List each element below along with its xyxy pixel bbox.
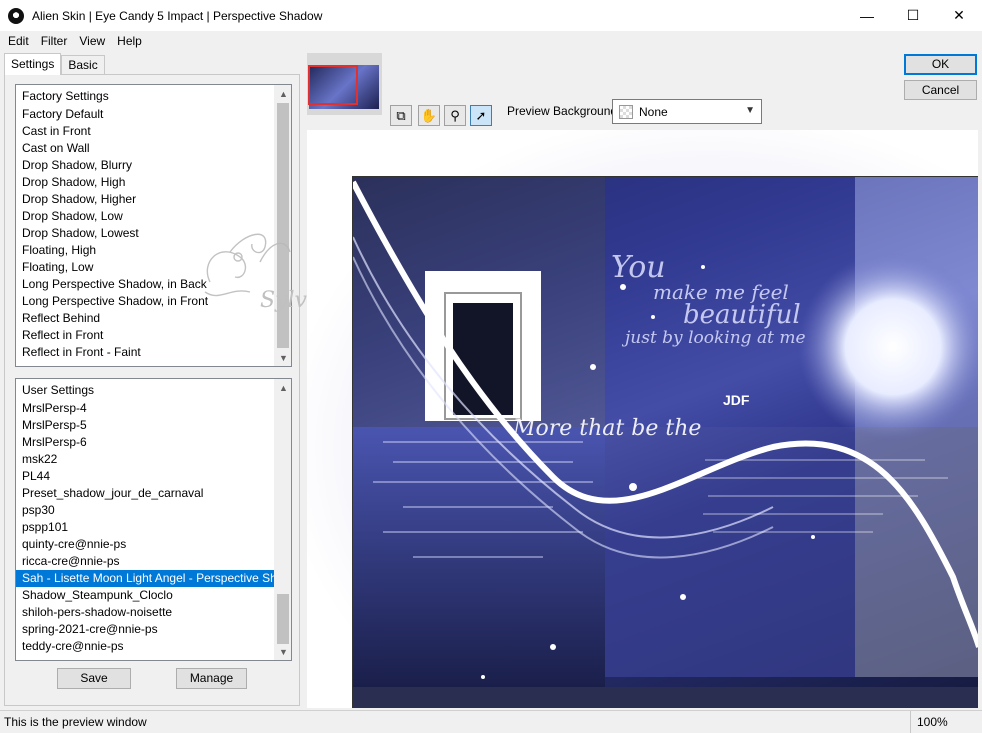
scroll-up-icon[interactable]: ▲ — [275, 379, 291, 396]
list-item[interactable]: pspp101 — [16, 519, 274, 536]
list-item[interactable]: Reflect in Front — [16, 327, 274, 344]
save-button[interactable]: Save — [57, 668, 131, 689]
preview-window[interactable]: You make me feel beautiful just by looki… — [307, 130, 978, 708]
art-text-beautiful: beautiful — [683, 300, 801, 330]
scrollbar-thumb[interactable] — [277, 594, 289, 644]
list-item[interactable]: MrslPersp-6 — [16, 434, 274, 451]
tab-settings[interactable]: Settings — [4, 53, 62, 75]
zoom-icon[interactable]: ⚲ — [444, 105, 466, 126]
list-item[interactable]: Sah - Lisette Moon Light Angel - Perspec… — [16, 570, 274, 587]
list-item[interactable]: Drop Shadow, Blurry — [16, 157, 274, 174]
list-item[interactable]: psp30 — [16, 502, 274, 519]
art-text-wave-script: More that be the — [512, 416, 701, 441]
window-controls: — ☐ ✕ — [844, 0, 982, 31]
close-button[interactable]: ✕ — [936, 0, 982, 31]
list-item[interactable]: shiloh-pers-shadow-noisette — [16, 604, 274, 621]
navigator-thumbnail[interactable] — [307, 53, 382, 115]
list-item[interactable]: Cast on Wall — [16, 140, 274, 157]
factory-settings-header: Factory Settings — [22, 89, 109, 103]
manage-button[interactable]: Manage — [176, 668, 247, 689]
transparent-swatch-icon — [619, 104, 633, 119]
preview-toggle-icon[interactable]: ⧉ — [390, 105, 412, 126]
list-item[interactable]: ricca-cre@nnie-ps — [16, 553, 274, 570]
list-item[interactable]: Drop Shadow, High — [16, 174, 274, 191]
status-text: This is the preview window — [4, 715, 147, 729]
artwork-canvas: You make me feel beautiful just by looki… — [353, 177, 978, 708]
menu-edit[interactable]: Edit — [2, 34, 35, 48]
art-text-just-by-looking: just by looking at me — [621, 328, 806, 348]
list-item[interactable]: Drop Shadow, Higher — [16, 191, 274, 208]
list-item[interactable]: teddy-cre@nnie-ps — [16, 638, 274, 655]
list-item[interactable]: msk22 — [16, 451, 274, 468]
list-item[interactable]: PL44 — [16, 468, 274, 485]
user-settings-header: User Settings — [22, 383, 95, 397]
factory-list-scrollbar[interactable]: ▲ ▼ — [274, 85, 291, 366]
list-item[interactable]: spring-2021-cre@nnie-ps — [16, 621, 274, 638]
list-item[interactable]: Drop Shadow, Lowest — [16, 225, 274, 242]
status-bar: This is the preview window 100% — [0, 710, 982, 733]
user-settings-list[interactable]: User Settings MrslPersp-4 MrslPersp-5 Mrsl… — [15, 378, 292, 661]
chevron-down-icon: ▼ — [745, 105, 755, 116]
menu-help[interactable]: Help — [111, 34, 148, 48]
list-item[interactable]: quinty-cre@nnie-ps — [16, 536, 274, 553]
preview-artwork[interactable]: You make me feel beautiful just by looki… — [352, 176, 978, 708]
cancel-button[interactable]: Cancel — [904, 80, 977, 100]
thumbnail-view-rect[interactable] — [308, 65, 358, 105]
preview-background-value: None — [639, 104, 668, 119]
list-item[interactable]: Cast in Front — [16, 123, 274, 140]
preview-background-select[interactable]: None ▼ — [612, 99, 762, 124]
list-item[interactable]: Reflect in Front - Faint — [16, 344, 274, 361]
list-item[interactable]: Floating, Low — [16, 259, 274, 276]
menu-view[interactable]: View — [73, 34, 111, 48]
hand-icon[interactable]: ✋ — [418, 105, 440, 126]
alien-skin-app-icon — [8, 7, 24, 24]
tab-basic[interactable]: Basic — [61, 55, 105, 75]
minimize-button[interactable]: — — [844, 0, 890, 31]
menu-filter[interactable]: Filter — [35, 34, 74, 48]
list-item[interactable]: MrslPersp-4 — [16, 400, 274, 417]
menu-bar: Edit Filter View Help — [0, 31, 982, 51]
zoom-level: 100% — [910, 711, 982, 733]
scrollbar-thumb[interactable] — [277, 103, 289, 348]
list-item[interactable]: Drop Shadow, Low — [16, 208, 274, 225]
settings-tabs: Settings Basic — [4, 53, 105, 75]
window-title: Alien Skin | Eye Candy 5 Impact | Perspe… — [32, 8, 323, 23]
list-item[interactable]: Preset_shadow_jour_de_carnaval — [16, 485, 274, 502]
preview-background-label: Preview Background: — [507, 104, 621, 118]
art-text-jdf: JDF — [723, 392, 750, 408]
list-item[interactable]: Long Perspective Shadow, in Back — [16, 276, 274, 293]
list-item[interactable]: MrslPersp-5 — [16, 417, 274, 434]
scroll-down-icon[interactable]: ▼ — [275, 643, 291, 660]
scroll-up-icon[interactable]: ▲ — [275, 85, 291, 102]
list-item[interactable]: Shadow_Steampunk_Cloclo — [16, 587, 274, 604]
title-bar: Alien Skin | Eye Candy 5 Impact | Perspe… — [0, 0, 982, 31]
maximize-button[interactable]: ☐ — [890, 0, 936, 31]
user-list-scrollbar[interactable]: ▲ ▼ — [274, 379, 291, 660]
scroll-down-icon[interactable]: ▼ — [275, 349, 291, 366]
factory-settings-list[interactable]: Factory Settings Factory Default Cast in … — [15, 84, 292, 367]
list-item[interactable]: Reflect Behind — [16, 310, 274, 327]
list-item[interactable]: Floating, High — [16, 242, 274, 259]
ok-button[interactable]: OK — [904, 54, 977, 75]
list-item[interactable]: Factory Default — [16, 106, 274, 123]
list-item[interactable]: Long Perspective Shadow, in Front — [16, 293, 274, 310]
arrow-pointer-icon[interactable]: ➚ — [470, 105, 492, 126]
